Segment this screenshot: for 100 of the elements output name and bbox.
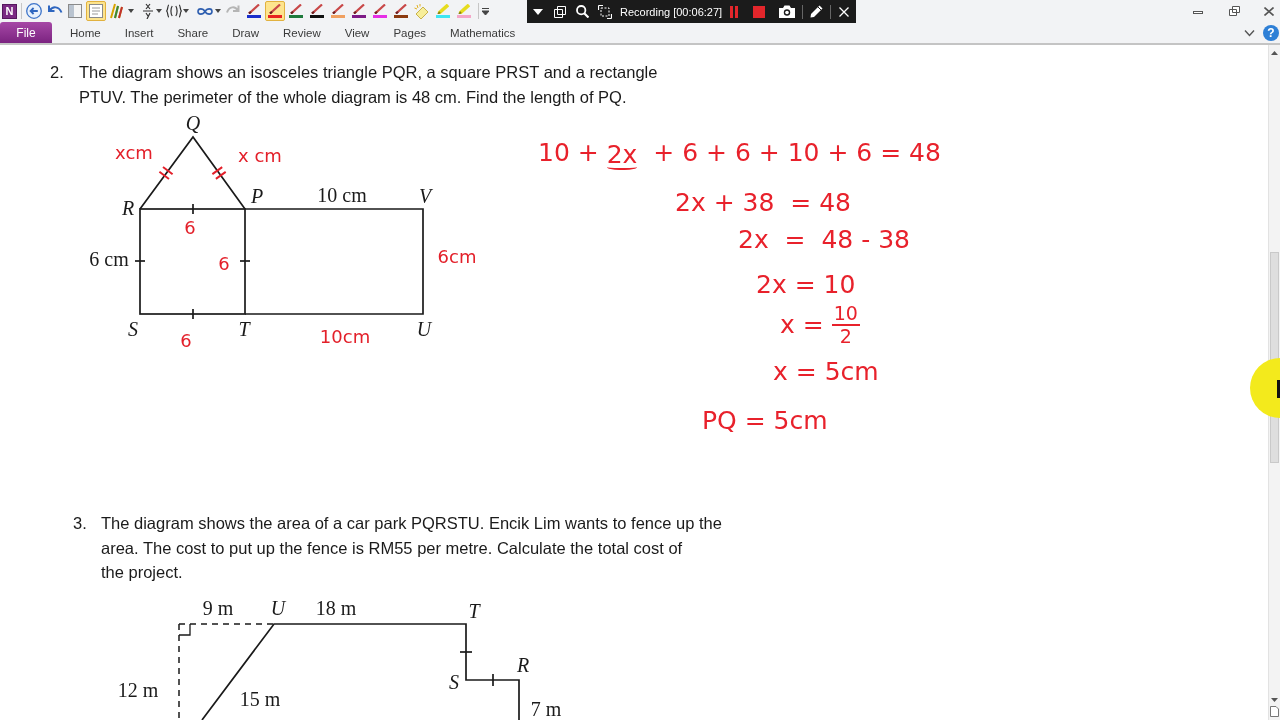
vertex-label: T (238, 318, 250, 340)
pen-button[interactable] (349, 1, 369, 21)
vertex-label: U (416, 318, 432, 340)
pen-icon (269, 4, 281, 14)
infinity-icon[interactable] (197, 6, 213, 16)
pencil-icon[interactable] (810, 5, 824, 18)
app-logo[interactable]: N (2, 3, 17, 19)
minimize-icon[interactable] (1193, 10, 1203, 14)
view-button[interactable] (65, 1, 85, 21)
vertical-scrollbar[interactable] (1268, 45, 1280, 720)
page-view-icon (89, 4, 103, 18)
question-text: The diagram shows the area of a car park PQRSTU. Encik Lim wants to fence up the area. The cost to put up the fence is RM55 per metre. Calculate the total cost of the project. (101, 513, 722, 583)
back-icon[interactable] (26, 3, 42, 19)
question-text: The diagram shows an isosceles triangle PQR, a square PRST and a rectangle PTUV. The perimeter of the whole diagram is 48 cm. Find the length of PQ. (79, 62, 658, 108)
length-label: 9 m (202, 596, 234, 619)
vertex-label: R (121, 197, 135, 219)
handwritten-equation: 2x = 10 (756, 270, 856, 300)
chevron-down-icon[interactable] (1244, 28, 1255, 37)
handwritten-note: 6 (180, 329, 192, 351)
split-view-icon (68, 4, 82, 18)
tick-mark (192, 203, 194, 215)
vertex-label: S (128, 318, 138, 340)
caret-down-icon[interactable] (156, 9, 162, 13)
question-number: 3. (73, 513, 88, 534)
brackets-icon[interactable] (166, 4, 182, 18)
close-icon[interactable] (1264, 6, 1274, 16)
recording-status: Recording [00:06:27] (620, 5, 723, 18)
ribbon-tab[interactable]: Mathematics (438, 22, 528, 43)
ribbon-tab[interactable]: Pages (381, 22, 439, 43)
caret-down-icon[interactable] (533, 8, 543, 15)
handwritten-note: x cm (238, 144, 282, 166)
tick-mark (192, 308, 194, 320)
restore-icon[interactable] (1229, 6, 1240, 16)
highlighter-icon (458, 4, 470, 14)
camera-icon[interactable] (779, 5, 796, 18)
file-tab[interactable]: File (0, 22, 52, 43)
help-button[interactable]: ? (1263, 24, 1279, 41)
tick-mark (459, 650, 473, 653)
length-label: 18 m (315, 596, 357, 619)
pens-icon[interactable] (109, 3, 125, 19)
vertex-label: P (250, 185, 264, 207)
handwritten-note: 6 (184, 216, 196, 238)
length-label: 12 m (117, 678, 159, 701)
question-number: 2. (50, 62, 65, 83)
right-angle-mark (178, 622, 191, 636)
view-button[interactable] (86, 1, 106, 21)
cursor-spotlight-overlay (1250, 358, 1280, 418)
dashed-frame-icon[interactable] (598, 4, 612, 19)
pen-icon (395, 4, 407, 14)
length-label: 7 m (530, 697, 562, 720)
handwritten-equation: 2x + 38 = 48 (675, 188, 851, 218)
pen-icon (290, 4, 302, 14)
caret-down-icon[interactable] (215, 9, 221, 13)
tick-mark (492, 672, 494, 687)
stop-icon[interactable] (753, 5, 766, 18)
handwritten-equation: 2x = 48 - 38 (738, 225, 910, 255)
double-tick-mark (211, 166, 227, 180)
tick-mark (134, 260, 146, 262)
pen-icon (248, 4, 260, 14)
handwritten-equation: 10 + 2x + 6 + 6 + 10 + 6 = 48 (538, 138, 941, 168)
ribbon-tab[interactable]: Insert (112, 22, 166, 43)
fraction-icon[interactable] (143, 3, 153, 19)
caret-down-icon[interactable] (183, 9, 189, 13)
caret-down-icon[interactable] (128, 9, 134, 13)
double-tick-mark (158, 166, 174, 180)
ribbon-tab[interactable]: Share (165, 22, 221, 43)
pen-icon (353, 4, 365, 14)
ribbon-tab[interactable]: Draw (220, 22, 271, 43)
length-label: 15 m (239, 687, 281, 710)
ribbon-tab[interactable]: Home (58, 22, 113, 43)
pen-icon (374, 4, 386, 14)
length-label: 6 cm (89, 248, 129, 270)
ribbon-tab[interactable]: View (332, 22, 382, 43)
pause-icon[interactable] (730, 5, 739, 18)
tick-mark (239, 260, 251, 262)
pen-icon (332, 4, 344, 14)
eraser-icon (414, 3, 430, 19)
highlighter-icon (437, 4, 449, 14)
handwritten-equation: PQ = 5cm (702, 406, 828, 436)
handwritten-note: 10cm (319, 325, 371, 347)
vertex-label: U (270, 596, 286, 619)
scroll-down-icon[interactable] (1271, 698, 1278, 702)
vertex-label: Q (185, 112, 201, 134)
vertex-label: V (418, 185, 432, 207)
pen-button[interactable] (244, 1, 264, 21)
document-icon[interactable] (1270, 706, 1279, 717)
dropdown-icon[interactable] (482, 7, 489, 15)
ribbon-tab[interactable]: Review (271, 22, 333, 43)
handwritten-note: 6cm (437, 245, 477, 267)
search-icon[interactable] (576, 5, 589, 18)
vertex-label: S (449, 670, 459, 693)
vertex-label: R (516, 653, 530, 676)
handwritten-note: xcm (115, 141, 153, 163)
scroll-up-icon[interactable] (1271, 51, 1278, 55)
pen-icon (311, 4, 323, 14)
pen-button[interactable] (391, 1, 411, 21)
vertex-label: T (468, 599, 480, 622)
handwritten-note: 6 (218, 252, 230, 274)
pen-button[interactable] (307, 1, 327, 21)
length-label: 10 cm (317, 184, 367, 206)
